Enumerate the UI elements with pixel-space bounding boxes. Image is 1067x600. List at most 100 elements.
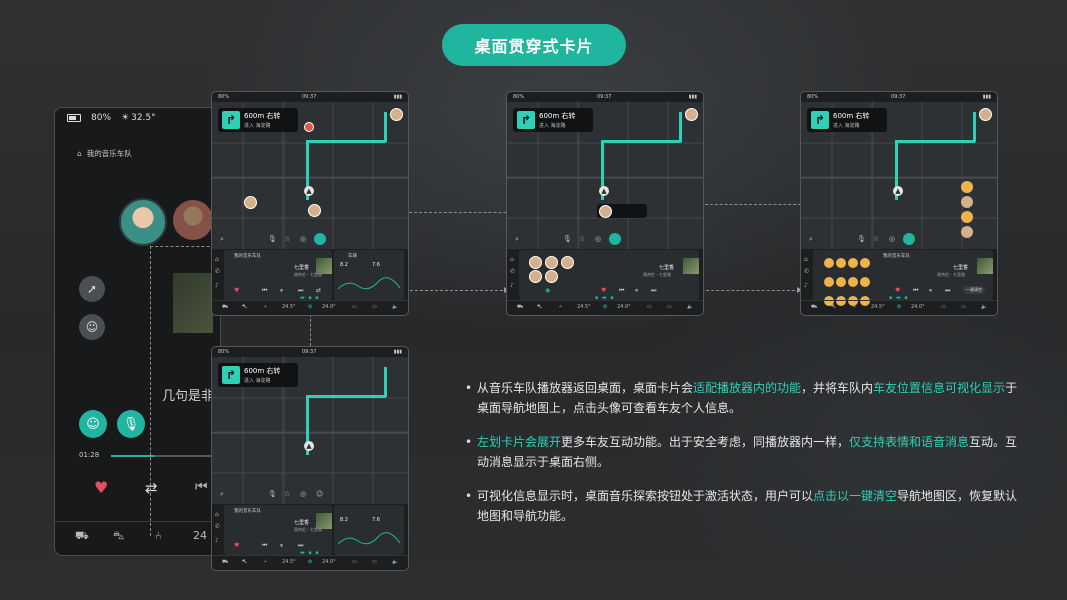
- location-icon[interactable]: ◎: [595, 235, 601, 243]
- user-avatar[interactable]: [979, 108, 992, 121]
- ac-icon[interactable]: ▭: [667, 304, 672, 310]
- car-icon[interactable]: ⛟: [811, 304, 817, 311]
- defrost-icon[interactable]: ▭: [352, 559, 357, 565]
- home-icon[interactable]: ⌂: [510, 256, 514, 263]
- explore-icon[interactable]: ➚: [79, 276, 105, 302]
- explore-active-icon[interactable]: [609, 233, 621, 245]
- repeat-icon[interactable]: ⇄: [316, 287, 321, 294]
- teammate-popup[interactable]: [597, 204, 647, 218]
- temp-right[interactable]: 24.0°: [911, 304, 925, 310]
- seat-icon[interactable]: ⑃: [155, 529, 162, 542]
- heart-icon[interactable]: ♥: [94, 478, 108, 497]
- user-avatar[interactable]: [390, 108, 403, 121]
- car-side-icon[interactable]: ⛍: [537, 304, 542, 311]
- phone-icon[interactable]: ✆: [804, 268, 809, 275]
- seat-icon[interactable]: ⑃: [853, 304, 856, 310]
- teammate-map-avatar[interactable]: [244, 196, 257, 209]
- ac-icon[interactable]: ▭: [372, 559, 377, 565]
- next-icon[interactable]: ⏭: [945, 287, 950, 295]
- temp-left[interactable]: 24.5°: [577, 304, 591, 310]
- home-icon[interactable]: ⌂: [215, 256, 219, 263]
- heart-icon[interactable]: ♥: [601, 287, 606, 294]
- fan-icon[interactable]: ✿: [308, 559, 312, 565]
- user-avatar[interactable]: [685, 108, 698, 121]
- person-icon[interactable]: ☺: [79, 314, 105, 340]
- search-icon[interactable]: ⌕: [220, 235, 224, 244]
- car-side-icon[interactable]: ⛍: [113, 529, 124, 544]
- star-icon[interactable]: ☆: [284, 235, 290, 243]
- search-icon[interactable]: ⌕: [220, 490, 224, 499]
- car-icon[interactable]: ⛟: [517, 304, 523, 311]
- phone-icon[interactable]: ✆: [215, 523, 220, 530]
- teammate-avatar[interactable]: [545, 270, 558, 283]
- seat-icon[interactable]: ⑃: [264, 559, 267, 565]
- teammate-map-avatar[interactable]: [308, 204, 321, 217]
- team-header[interactable]: ⌂ 我的音乐车队: [77, 148, 132, 159]
- previous-icon[interactable]: ⏮: [619, 287, 624, 295]
- mic-icon[interactable]: 🎙: [268, 490, 277, 498]
- defrost-icon[interactable]: ▭: [941, 304, 946, 310]
- music-icon[interactable]: ♪: [804, 282, 808, 289]
- search-icon[interactable]: ⌕: [515, 235, 519, 244]
- phone-icon[interactable]: ✆: [215, 268, 220, 275]
- defrost-icon[interactable]: ▭: [647, 304, 652, 310]
- mic-icon[interactable]: 🎙: [563, 235, 572, 243]
- fan-icon[interactable]: ✿: [897, 304, 901, 310]
- music-icon[interactable]: ♪: [215, 282, 219, 289]
- explore-active-icon[interactable]: [903, 233, 915, 245]
- star-icon[interactable]: ☆: [873, 235, 879, 243]
- temp-left[interactable]: 24.5°: [282, 304, 296, 310]
- teammate-avatar[interactable]: [529, 270, 542, 283]
- navigation-card[interactable]: ↱ 600m 右转 进入 海淀路: [807, 108, 887, 132]
- search-icon[interactable]: ⌕: [809, 235, 813, 244]
- home-icon[interactable]: ⌂: [804, 256, 808, 263]
- teammate-avatar-2[interactable]: [173, 200, 213, 240]
- phone-icon[interactable]: ✆: [510, 268, 515, 275]
- volume-icon[interactable]: 🔈: [392, 559, 398, 565]
- progress-bar[interactable]: [111, 455, 219, 457]
- temp-right[interactable]: 24.0°: [322, 304, 336, 310]
- teammate-avatar[interactable]: [545, 256, 558, 269]
- expanded-music-card[interactable]: 我的音乐车队 七里香 周杰伦 - 七里香 ♥ ⏮ ⏸ ⏭ 一键清空: [813, 250, 993, 306]
- temp-left[interactable]: 24.5°: [871, 304, 885, 310]
- defrost-icon[interactable]: ▭: [352, 304, 357, 310]
- navigation-card[interactable]: ↱ 600m 右转 进入 海淀路: [513, 108, 593, 132]
- mic-icon[interactable]: 🎙: [268, 235, 277, 243]
- navigation-card[interactable]: ↱ 600m 右转 进入 海淀路: [218, 363, 298, 387]
- car-icon[interactable]: ⛟: [222, 559, 228, 566]
- repeat-icon[interactable]: ⇄: [145, 479, 158, 497]
- temp-right[interactable]: 24.0°: [617, 304, 631, 310]
- location-icon[interactable]: ◎: [889, 235, 895, 243]
- voice-button[interactable]: 🎙: [117, 410, 145, 438]
- explore-icon[interactable]: ◉: [545, 287, 550, 294]
- pause-icon[interactable]: ⏸: [929, 287, 932, 295]
- previous-icon[interactable]: ⏮: [195, 479, 208, 495]
- volume-icon[interactable]: 🔈: [981, 304, 987, 310]
- teammate-avatar[interactable]: [119, 198, 167, 246]
- teammate-avatar[interactable]: [561, 256, 574, 269]
- previous-icon[interactable]: ⏮: [262, 542, 267, 550]
- next-icon[interactable]: ⏭: [298, 542, 303, 550]
- volume-icon[interactable]: 🔈: [687, 304, 693, 310]
- pause-icon[interactable]: ⏸: [280, 542, 283, 550]
- vehicle-card[interactable]: 车辆 8.2 7.6: [334, 250, 404, 300]
- pause-icon[interactable]: ⏸: [280, 287, 283, 295]
- vehicle-card[interactable]: 8.2 7.6: [334, 505, 404, 555]
- star-icon[interactable]: ☆: [579, 235, 585, 243]
- car-side-icon[interactable]: ⛍: [242, 304, 247, 311]
- emoji-button[interactable]: ☺: [79, 410, 107, 438]
- clear-button[interactable]: 一键清空: [963, 286, 985, 294]
- car-icon[interactable]: ⛟: [222, 304, 228, 311]
- car-side-icon[interactable]: ⛍: [831, 304, 836, 311]
- music-team-card[interactable]: 我的音乐车队 七里香 周杰伦 - 七里香 ♥ ⏮ ⏸ ⏭ ⇄: [224, 250, 332, 300]
- location-icon[interactable]: ◎: [300, 490, 306, 498]
- home-icon[interactable]: ⌂: [215, 511, 219, 518]
- ac-icon[interactable]: ▭: [372, 304, 377, 310]
- seat-icon[interactable]: ⑃: [264, 304, 267, 310]
- location-icon[interactable]: ◎: [300, 235, 306, 243]
- temp-left[interactable]: 24: [193, 529, 207, 542]
- teammate-avatar[interactable]: [529, 256, 542, 269]
- music-icon[interactable]: ♪: [215, 537, 219, 544]
- music-icon[interactable]: ♪: [510, 282, 514, 289]
- star-icon[interactable]: ☆: [284, 490, 290, 498]
